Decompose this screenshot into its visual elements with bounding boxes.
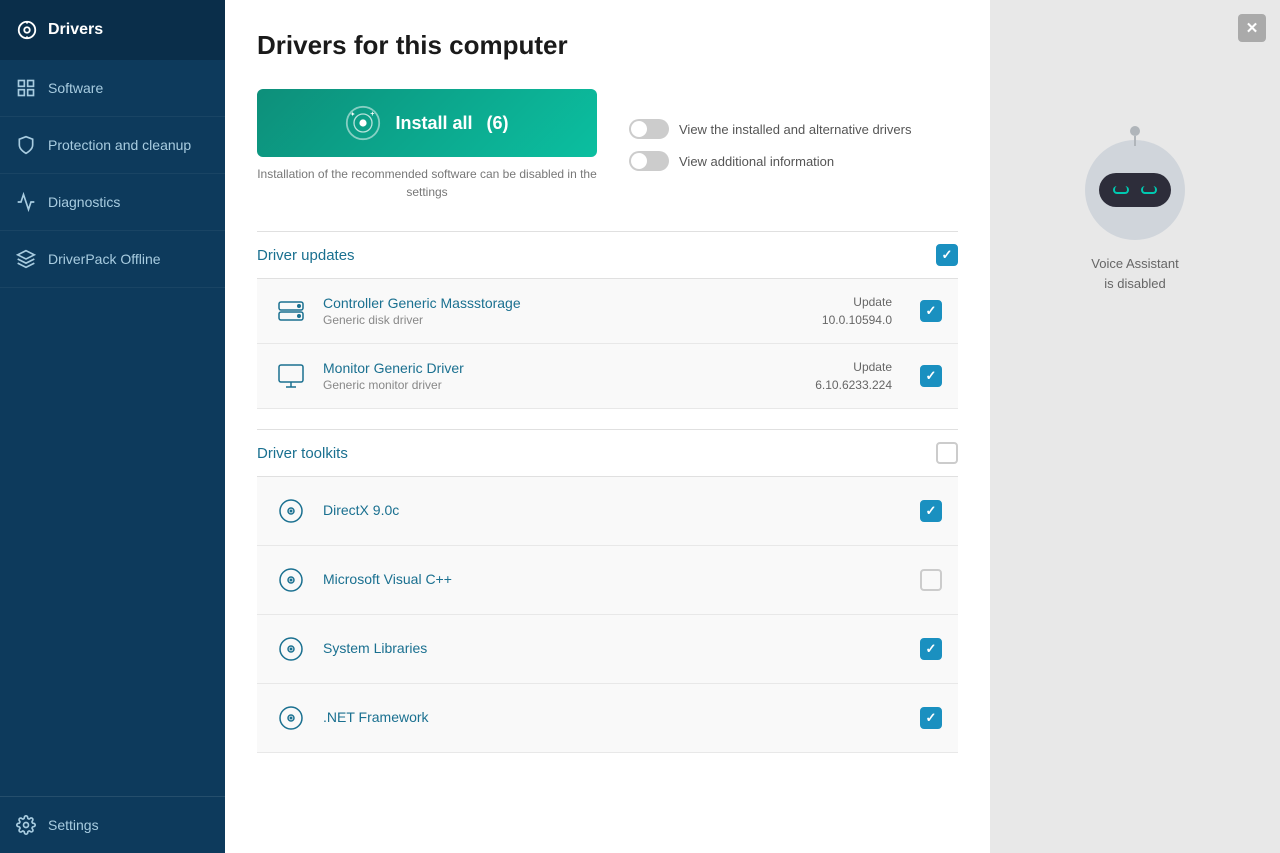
shield-icon <box>16 135 36 155</box>
driver-row-monitor: Monitor Generic Driver Generic monitor d… <box>257 344 958 409</box>
driver-updates-checkbox[interactable] <box>936 244 958 266</box>
driver-row-controller: Controller Generic Massstorage Generic d… <box>257 279 958 344</box>
sidebar-title: Drivers <box>48 21 103 39</box>
storage-icon <box>273 293 309 329</box>
driver-version-controller: Update 10.0.10594.0 <box>822 293 892 329</box>
robot-eye-right <box>1141 186 1157 194</box>
driver-updates-title: Driver updates <box>257 247 355 264</box>
install-icon: + ✦ <box>345 105 381 141</box>
sidebar-item-offline[interactable]: DriverPack Offline <box>0 231 225 288</box>
toggle-installed-label: View the installed and alternative drive… <box>679 122 911 137</box>
main-wrapper: Drivers for this computer + ✦ Install al… <box>225 0 1280 853</box>
sidebar-item-protection[interactable]: Protection and cleanup <box>0 117 225 174</box>
install-all-label: Install all <box>395 113 472 134</box>
toolkit-checkbox-vcpp[interactable] <box>920 569 942 591</box>
install-btn-wrapper: + ✦ Install all (6) Installation of the … <box>257 89 597 201</box>
robot-container: Voice Assistant is disabled <box>1085 140 1185 293</box>
sidebar-item-diagnostics-label: Diagnostics <box>48 194 120 210</box>
monitor-icon <box>273 358 309 394</box>
sidebar-item-protection-label: Protection and cleanup <box>48 137 191 153</box>
robot-antenna <box>1130 126 1140 136</box>
toggles-column: View the installed and alternative drive… <box>629 119 911 171</box>
toggle-row-additional: View additional information <box>629 151 911 171</box>
sidebar-header: Drivers <box>0 0 225 60</box>
toolkit-row-dotnet: .NET Framework <box>257 684 958 753</box>
driver-info-monitor: Monitor Generic Driver Generic monitor d… <box>323 360 801 392</box>
robot-face <box>1099 173 1171 207</box>
voice-assistant-label: Voice Assistant is disabled <box>1091 254 1178 293</box>
toolkit-checkbox-syslibs[interactable] <box>920 638 942 660</box>
sidebar-item-offline-label: DriverPack Offline <box>48 251 161 267</box>
driver-toolkits-title: Driver toolkits <box>257 445 348 462</box>
toolkit-info-vcpp: Microsoft Visual C++ <box>323 571 906 589</box>
robot-head <box>1085 140 1185 240</box>
toolkit-checkbox-directx[interactable] <box>920 500 942 522</box>
page-title: Drivers for this computer <box>257 30 958 61</box>
driver-toolkits-checkbox[interactable] <box>936 442 958 464</box>
sidebar-settings[interactable]: Settings <box>0 796 225 853</box>
install-all-button[interactable]: + ✦ Install all (6) <box>257 89 597 157</box>
svg-text:✦: ✦ <box>351 112 356 118</box>
driver-version-monitor: Update 6.10.6233.224 <box>815 358 892 394</box>
toolkit-info-directx: DirectX 9.0c <box>323 502 906 520</box>
sidebar-settings-label: Settings <box>48 817 99 833</box>
toolkit-checkbox-dotnet[interactable] <box>920 707 942 729</box>
toolkit-info-syslibs: System Libraries <box>323 640 906 658</box>
sidebar-item-diagnostics[interactable]: Diagnostics <box>0 174 225 231</box>
toolkit-row-vcpp: Microsoft Visual C++ <box>257 546 958 615</box>
install-count: (6) <box>487 113 509 134</box>
svg-text:+: + <box>371 109 375 118</box>
driver-updates-section-header: Driver updates <box>257 231 958 279</box>
toolkit-info-dotnet: .NET Framework <box>323 709 906 727</box>
toolkit-name-directx: DirectX 9.0c <box>323 502 906 518</box>
toolkit-name-dotnet: .NET Framework <box>323 709 906 725</box>
pulse-icon <box>16 192 36 212</box>
cd-icon-syslibs <box>273 631 309 667</box>
driver-checkbox-monitor[interactable] <box>920 365 942 387</box>
driver-desc-controller: Generic disk driver <box>323 313 808 327</box>
cd-icon-vcpp <box>273 562 309 598</box>
layers-icon <box>16 249 36 269</box>
driver-desc-monitor: Generic monitor driver <box>323 378 801 392</box>
grid-icon <box>16 78 36 98</box>
driver-info-controller: Controller Generic Massstorage Generic d… <box>323 295 808 327</box>
right-panel: ✕ Voice Assistant is disabled <box>990 0 1280 853</box>
install-section: + ✦ Install all (6) Installation of the … <box>257 89 958 201</box>
main-content: Drivers for this computer + ✦ Install al… <box>225 0 990 853</box>
sidebar-item-software-label: Software <box>48 80 103 96</box>
toggle-row-installed: View the installed and alternative drive… <box>629 119 911 139</box>
cd-icon-dotnet <box>273 700 309 736</box>
toggle-additional-label: View additional information <box>679 154 834 169</box>
sidebar: Drivers Software Protection and cleanup … <box>0 0 225 853</box>
toolkit-row-syslibs: System Libraries <box>257 615 958 684</box>
toggle-installed[interactable] <box>629 119 669 139</box>
toolkit-row-directx: DirectX 9.0c <box>257 477 958 546</box>
driver-toolkits-section-header: Driver toolkits <box>257 429 958 477</box>
cd-icon-directx <box>273 493 309 529</box>
driver-name-controller: Controller Generic Massstorage <box>323 295 808 311</box>
toggle-additional[interactable] <box>629 151 669 171</box>
driver-name-monitor: Monitor Generic Driver <box>323 360 801 376</box>
install-note: Installation of the recommended software… <box>257 165 597 201</box>
settings-icon <box>16 815 36 835</box>
robot-eye-left <box>1113 186 1129 194</box>
toolkit-name-vcpp: Microsoft Visual C++ <box>323 571 906 587</box>
driver-checkbox-controller[interactable] <box>920 300 942 322</box>
toolkit-name-syslibs: System Libraries <box>323 640 906 656</box>
sidebar-item-software[interactable]: Software <box>0 60 225 117</box>
driver-icon <box>16 19 38 41</box>
close-button[interactable]: ✕ <box>1238 14 1266 42</box>
